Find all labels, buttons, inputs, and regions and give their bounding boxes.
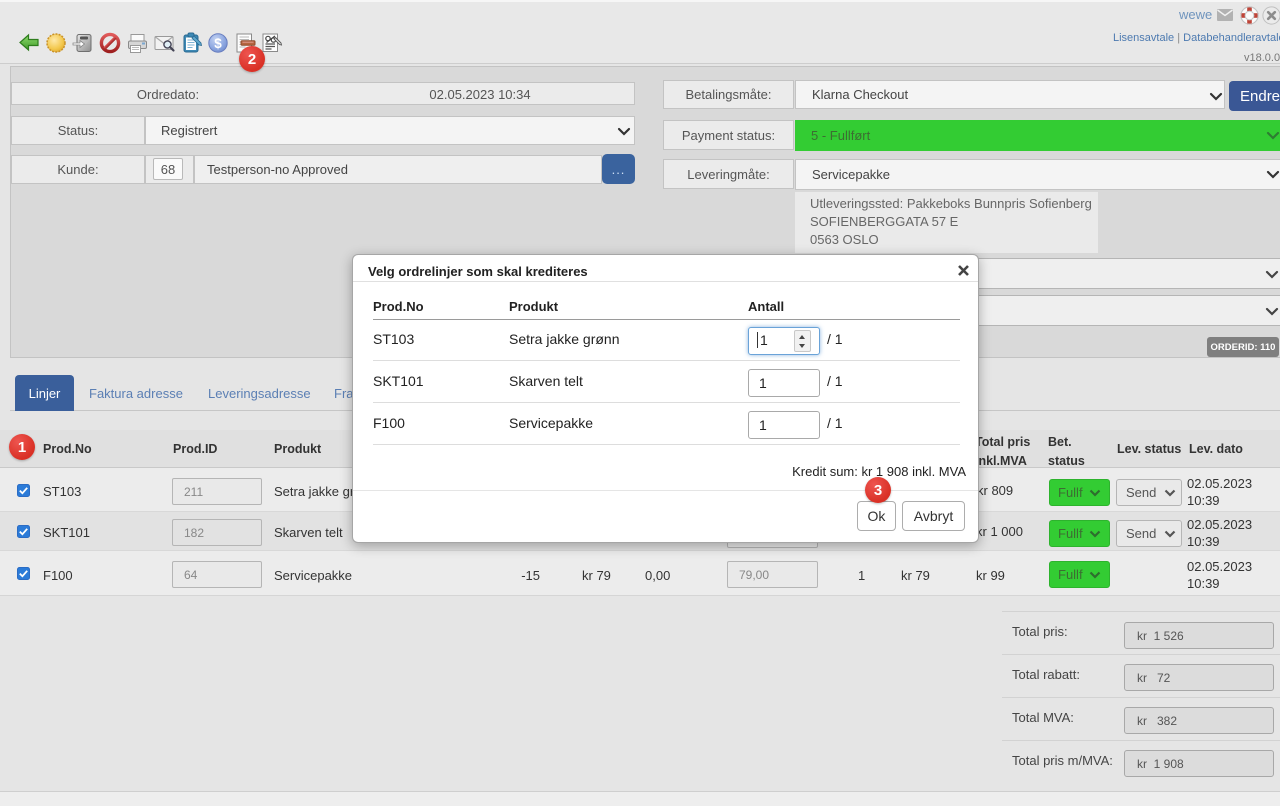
svg-text:$: $ [214, 36, 222, 51]
